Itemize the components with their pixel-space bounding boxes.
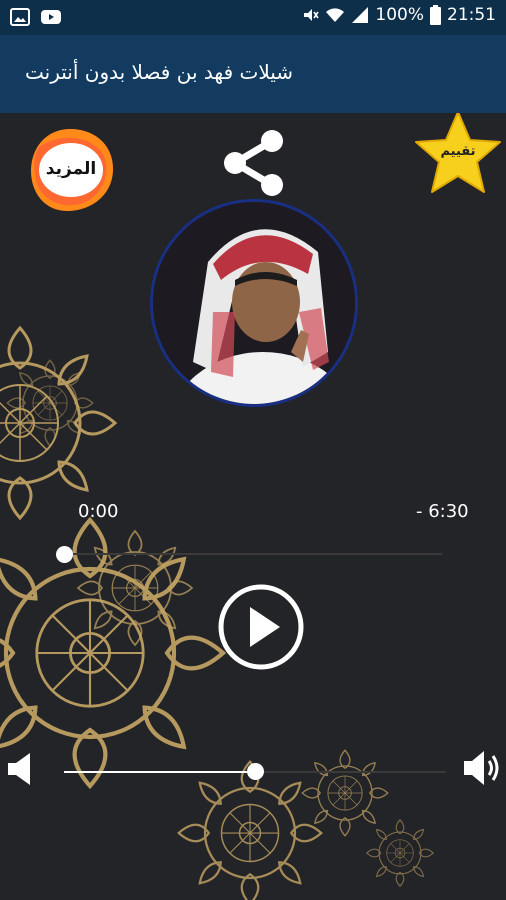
- volume-up-icon[interactable]: [462, 747, 502, 789]
- signal-icon: [352, 7, 369, 23]
- share-icon: [224, 130, 283, 196]
- remaining-time: - 6:30: [416, 501, 469, 522]
- gallery-icon: [10, 8, 30, 26]
- app-bar: شيلات فهد بن فصلا بدون أنترنت: [0, 35, 506, 113]
- rate-label: تقييم: [440, 144, 476, 159]
- status-right-icons: 100% 21:51: [301, 5, 496, 25]
- play-button[interactable]: [218, 584, 304, 670]
- artist-photo: [153, 202, 355, 404]
- volume-fill: [64, 771, 255, 773]
- artist-avatar: [150, 199, 358, 407]
- volume-thumb[interactable]: [247, 763, 264, 780]
- volume-mute-icon[interactable]: [6, 751, 36, 787]
- mute-notifications-icon: [304, 9, 320, 21]
- youtube-icon: [41, 10, 61, 24]
- play-icon: [250, 607, 280, 647]
- rate-button[interactable]: تقييم: [414, 113, 502, 194]
- status-left-icons: [10, 8, 62, 26]
- more-apps-button[interactable]: المزيد: [25, 125, 115, 215]
- status-bar: 100% 21:51: [0, 0, 506, 35]
- wifi-icon: [326, 8, 345, 22]
- player-screen: المزيد تقييم 0:00 - 6:30: [0, 113, 506, 900]
- seek-bar[interactable]: [64, 553, 442, 555]
- seek-thumb[interactable]: [56, 546, 73, 563]
- current-time: 0:00: [78, 501, 119, 522]
- more-apps-label: المزيد: [45, 159, 97, 179]
- clock: 21:51: [447, 5, 496, 25]
- share-button[interactable]: [218, 127, 290, 199]
- app-title: شيلات فهد بن فصلا بدون أنترنت: [25, 60, 294, 84]
- battery-icon: [430, 5, 441, 25]
- battery-percent: 100%: [375, 5, 424, 25]
